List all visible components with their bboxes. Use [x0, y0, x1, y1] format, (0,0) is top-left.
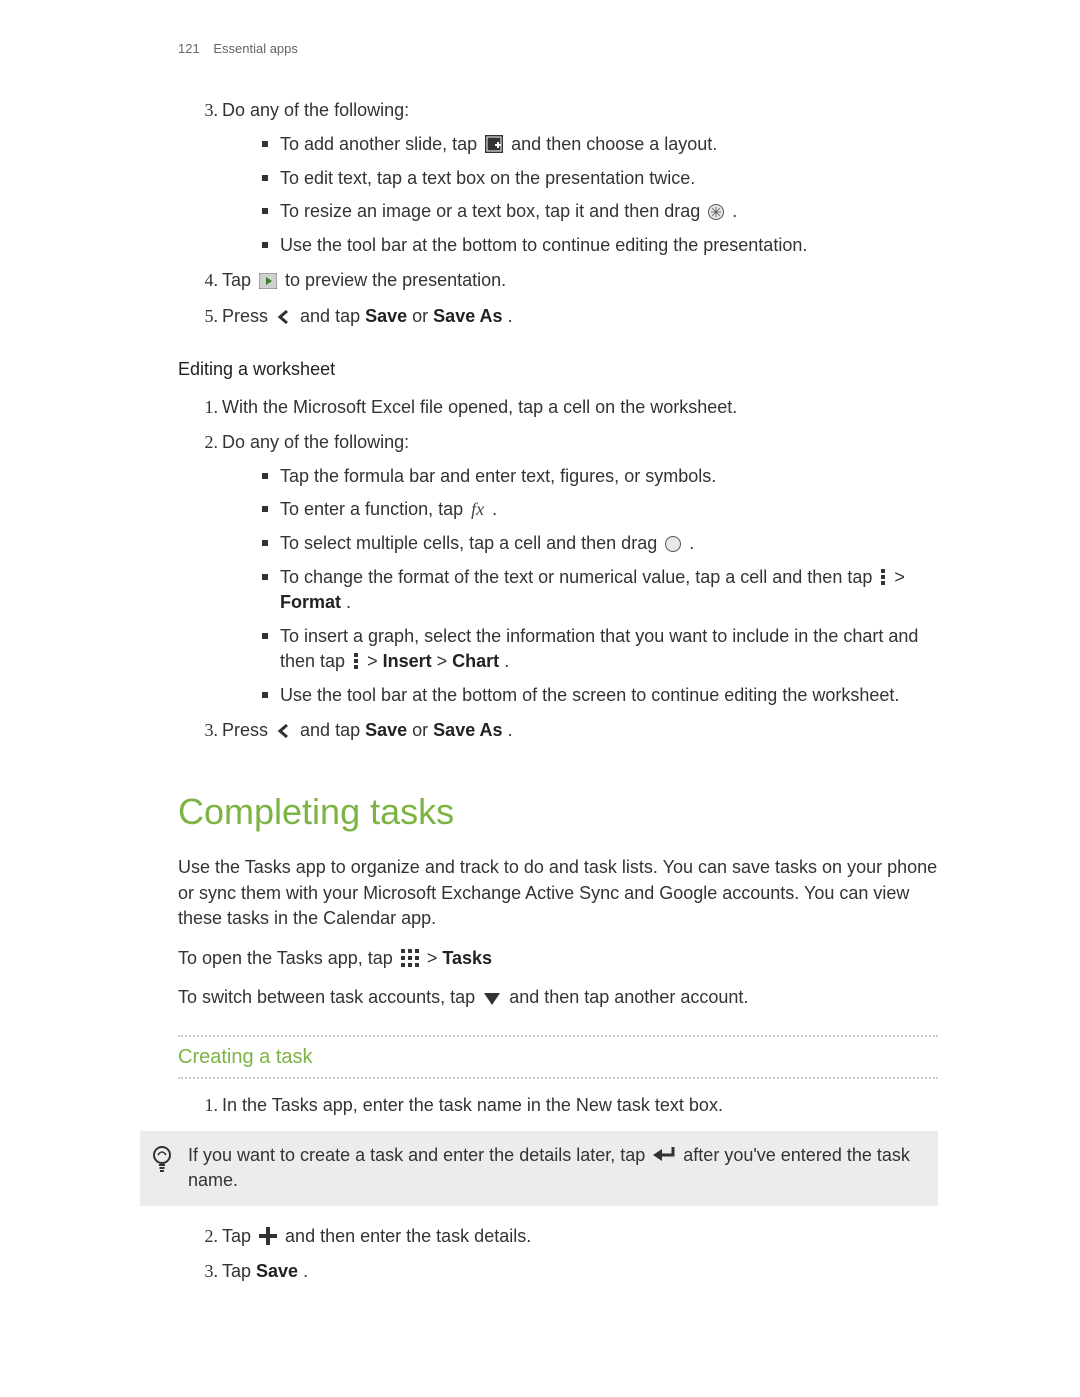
- create-step-1: 1 In the Tasks app, enter the task name …: [200, 1093, 938, 1119]
- step-number: 5: [198, 304, 218, 330]
- save-label: Save: [365, 306, 407, 326]
- play-icon: [259, 273, 277, 289]
- ws-toolbar-item: Use the tool bar at the bottom of the sc…: [262, 683, 938, 709]
- ws-step-2: 2 Do any of the following: Tap the formu…: [200, 430, 938, 708]
- format-label: Format: [280, 592, 341, 612]
- step-number: 3: [198, 1259, 218, 1285]
- editing-worksheet-heading: Editing a worksheet: [178, 357, 938, 383]
- overflow-menu-icon: [880, 568, 886, 586]
- chart-label: Chart: [452, 651, 499, 671]
- step-number: 3: [198, 98, 218, 124]
- save-as-label: Save As: [433, 720, 502, 740]
- page-header: 121 Essential apps: [178, 40, 938, 58]
- format-item: To change the format of the text or nume…: [262, 565, 938, 616]
- add-slide-icon: [485, 135, 503, 153]
- back-icon: [276, 309, 292, 325]
- ws-step-3: 3 Press and tap Save or Save As .: [200, 718, 938, 744]
- manual-page: 121 Essential apps 3 Do any of the follo…: [0, 0, 1080, 1373]
- edit-text-item: To edit text, tap a text box on the pres…: [262, 166, 938, 192]
- switch-accounts-line: To switch between task accounts, tap and…: [178, 985, 938, 1011]
- app-grid-icon: [401, 949, 419, 967]
- step-number: 1: [198, 1093, 218, 1119]
- insert-chart-item: To insert a graph, select the informatio…: [262, 624, 938, 675]
- creating-task-heading: Creating a task: [178, 1035, 938, 1079]
- drag-handle-icon: [665, 536, 681, 552]
- function-item: To enter a function, tap fx .: [262, 497, 938, 523]
- step-number: 2: [198, 1224, 218, 1250]
- save-as-label: Save As: [433, 306, 502, 326]
- ws-step-1: 1 With the Microsoft Excel file opened, …: [200, 395, 938, 421]
- select-cells-item: To select multiple cells, tap a cell and…: [262, 531, 938, 557]
- ws-step-2-sublist: Tap the formula bar and enter text, figu…: [222, 464, 938, 708]
- save-label: Save: [365, 720, 407, 740]
- overflow-menu-icon: [353, 652, 359, 670]
- formula-bar-item: Tap the formula bar and enter text, figu…: [262, 464, 938, 490]
- tip-box: If you want to create a task and enter t…: [140, 1131, 938, 1206]
- step-intro: Do any of the following:: [222, 100, 409, 120]
- step-number: 2: [198, 430, 218, 456]
- back-icon: [276, 723, 292, 739]
- completing-tasks-heading: Completing tasks: [178, 786, 938, 837]
- tasks-intro: Use the Tasks app to organize and track …: [178, 855, 938, 932]
- section-name: Essential apps: [213, 41, 298, 56]
- return-icon: [653, 1146, 675, 1164]
- step-number: 1: [198, 395, 218, 421]
- tool-bar-item: Use the tool bar at the bottom to contin…: [262, 233, 938, 259]
- resize-item: To resize an image or a text box, tap it…: [262, 199, 938, 225]
- open-tasks-line: To open the Tasks app, tap > Tasks: [178, 946, 938, 972]
- plus-icon: [259, 1227, 277, 1245]
- step-number: 4: [198, 268, 218, 294]
- lightbulb-icon: [150, 1145, 174, 1181]
- step-5: 5 Press and tap Save or Save As .: [200, 304, 938, 330]
- create-task-steps-a: 1 In the Tasks app, enter the task name …: [178, 1093, 938, 1119]
- presentation-steps: 3 Do any of the following: To add anothe…: [178, 98, 938, 329]
- save-label: Save: [256, 1261, 298, 1281]
- tip-text: If you want to create a task and enter t…: [188, 1143, 922, 1194]
- dropdown-triangle-icon: [483, 992, 501, 1006]
- insert-label: Insert: [383, 651, 432, 671]
- add-slide-item: To add another slide, tap and then choos…: [262, 132, 938, 158]
- create-task-steps-b: 2 Tap and then enter the task details. 3…: [178, 1224, 938, 1285]
- worksheet-steps: 1 With the Microsoft Excel file opened, …: [178, 395, 938, 744]
- step-3: 3 Do any of the following: To add anothe…: [200, 98, 938, 258]
- step-4: 4 Tap to preview the presentation.: [200, 268, 938, 294]
- resize-handle-icon: [708, 204, 724, 220]
- create-step-3: 3 Tap Save .: [200, 1259, 938, 1285]
- fx-icon: fx: [471, 497, 484, 523]
- step-3-sublist: To add another slide, tap and then choos…: [222, 132, 938, 258]
- tasks-label: Tasks: [442, 948, 492, 968]
- step-number: 3: [198, 718, 218, 744]
- create-step-2: 2 Tap and then enter the task details.: [200, 1224, 938, 1250]
- page-number: 121: [178, 41, 200, 56]
